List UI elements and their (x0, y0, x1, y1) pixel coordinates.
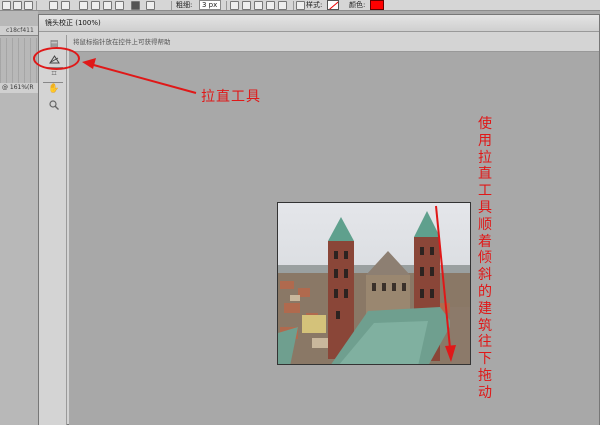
intersect-mode-icon[interactable] (266, 1, 275, 10)
path-mode-button[interactable] (13, 1, 22, 10)
grid-icon[interactable]: ⌗ (48, 69, 60, 80)
tool-preset-button[interactable] (2, 1, 11, 10)
line-tool-icon[interactable] (131, 1, 140, 10)
hand-icon[interactable]: ✋ (48, 84, 60, 95)
rectangle-tool-icon[interactable] (79, 1, 88, 10)
ruler (0, 38, 38, 83)
subtract-mode-icon[interactable] (254, 1, 263, 10)
callout-label: 拉直工具 (201, 89, 261, 105)
link-icon[interactable] (296, 1, 305, 10)
ellipse-tool-icon[interactable] (103, 1, 112, 10)
style-label: 样式: (306, 1, 323, 9)
options-bar: 粗细: 3 px 样式: 颜色: (0, 0, 600, 11)
straighten-tool-highlight (33, 47, 80, 70)
new-layer-mode-icon[interactable] (230, 1, 239, 10)
fill-mode-button[interactable] (24, 1, 33, 10)
zoom-icon[interactable] (48, 99, 60, 110)
style-swatch[interactable] (327, 0, 339, 10)
dialog-toolstrip: ▤ ⌗ ✋ (39, 35, 67, 425)
weight-input[interactable]: 3 px (199, 0, 221, 10)
add-mode-icon[interactable] (242, 1, 251, 10)
color-label: 颜色: (349, 1, 366, 9)
rounded-rect-tool-icon[interactable] (91, 1, 100, 10)
help-hint: 将鼠标指针放在控件上可获得帮助 (73, 38, 171, 46)
background-document: c18cf411 @ 161%(R (0, 11, 38, 425)
freeform-pen-icon[interactable] (61, 1, 70, 10)
polygon-tool-icon[interactable] (115, 1, 124, 10)
vertical-instruction: 使用拉直工具顺着倾斜的建筑往下拖动 (478, 116, 492, 401)
color-swatch[interactable] (370, 0, 384, 10)
preview-photo[interactable] (277, 202, 471, 365)
zoom-indicator: @ 161%(R (0, 83, 38, 93)
pen-tool-icon[interactable] (49, 1, 58, 10)
custom-shape-icon[interactable] (146, 1, 155, 10)
weight-label: 粗细: (176, 1, 193, 9)
dialog-title: 镜头校正 (100%) (39, 15, 599, 32)
document-tab[interactable]: c18cf411 (0, 26, 38, 36)
exclude-mode-icon[interactable] (278, 1, 287, 10)
